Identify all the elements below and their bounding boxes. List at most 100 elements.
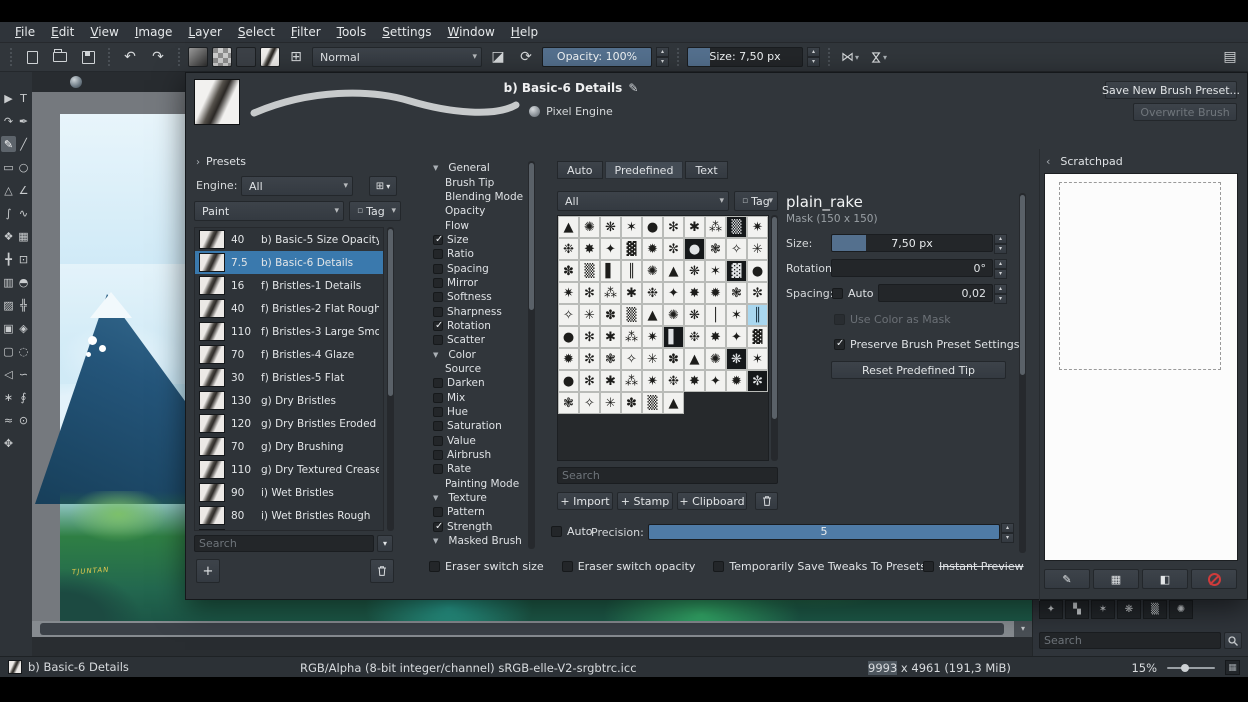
option-painting-mode[interactable]: Painting Mode [431, 477, 527, 491]
option-hue[interactable]: Hue [431, 405, 527, 419]
brush-tip-cell[interactable]: ✽ [621, 392, 642, 414]
new-document-button[interactable] [20, 45, 44, 69]
preset-item-f-bristles-1-details[interactable]: 16f) Bristles-1 Details [195, 274, 383, 297]
brush-tip-cell[interactable]: ✽ [558, 260, 579, 282]
menu-help[interactable]: Help [504, 23, 545, 41]
preset-item-i-wet-bristles-rough[interactable]: 80i) Wet Bristles Rough [195, 504, 383, 527]
brush-tip-cell[interactable]: ▌ [600, 260, 621, 282]
brush-tip-cell[interactable]: ✧ [579, 392, 600, 414]
brush-tip-cell[interactable]: ✳ [600, 392, 621, 414]
preset-item-b-basic-5-size-opacity[interactable]: 40b) Basic-5 Size Opacity [195, 228, 383, 251]
brush-tip-cell[interactable]: ● [684, 238, 705, 260]
tool-gradient[interactable]: ▥ [1, 274, 16, 290]
tip-rotation-input[interactable]: 0° [831, 259, 993, 277]
tool-fill[interactable]: ▣ [1, 320, 16, 336]
menu-layer[interactable]: Layer [181, 23, 228, 41]
clipboard-tip-button[interactable]: + Clipboard [677, 492, 747, 510]
preset-item-f-bristles-5-flat[interactable]: 30f) Bristles-5 Flat [195, 366, 383, 389]
paint-category-combo[interactable]: Paint [194, 201, 344, 221]
gradient-swatch-button[interactable] [188, 47, 208, 67]
option-brush-tip[interactable]: Brush Tip [431, 175, 527, 189]
tool-similar-select[interactable]: ∗ [1, 389, 16, 405]
brush-tip-cell[interactable]: ✸ [684, 282, 705, 304]
brush-tip-cell[interactable]: ❃ [600, 348, 621, 370]
brush-tip-cell[interactable]: ✹ [726, 370, 747, 392]
option-spacing[interactable]: Spacing [431, 261, 527, 275]
brush-tip-cell[interactable]: ❋ [684, 304, 705, 326]
scratchpad-clear-button[interactable] [1191, 569, 1237, 589]
tab-text[interactable]: Text [685, 161, 727, 179]
brush-tip-cell[interactable]: ✧ [621, 348, 642, 370]
tag-filter-combo[interactable]: ▫Tag [349, 201, 401, 221]
brush-tip-cell[interactable]: ✹ [558, 348, 579, 370]
brush-tip-cell[interactable]: ✱ [684, 216, 705, 238]
option-size[interactable]: Size [431, 233, 527, 247]
scrollbar-handle[interactable] [40, 623, 1004, 635]
brush-tip-cell[interactable]: ✧ [558, 304, 579, 326]
save-new-brush-preset-button[interactable]: Save New Brush Preset... [1105, 81, 1237, 99]
menu-filter[interactable]: Filter [284, 23, 328, 41]
undo-button[interactable]: ↶ [118, 45, 142, 69]
brush-tip-cell[interactable]: ✸ [705, 326, 726, 348]
brush-tip-cell[interactable]: ✶ [747, 348, 768, 370]
tool-polygon[interactable]: △ [1, 182, 16, 198]
brush-tip-cell[interactable]: ✼ [747, 282, 768, 304]
brush-tip-cell[interactable]: ▒ [621, 304, 642, 326]
brush-tip-cell[interactable]: ● [558, 326, 579, 348]
option-scatter[interactable]: Scatter [431, 333, 527, 347]
brush-tip-cell[interactable]: ✧ [726, 238, 747, 260]
scratchpad-paint-button[interactable]: ✎ [1044, 569, 1090, 589]
save-document-button[interactable] [76, 45, 100, 69]
brush-tip-cell[interactable]: ⁂ [600, 282, 621, 304]
tool-transform[interactable]: ▦ [16, 228, 31, 244]
tool-text[interactable]: T [16, 90, 31, 106]
brush-tip-cell[interactable]: ║ [747, 304, 768, 326]
docker-preset-thumbnail[interactable]: ✶ [1091, 600, 1115, 619]
brush-tip-cell[interactable]: ✹ [705, 282, 726, 304]
brush-tip-cell[interactable]: ✳ [579, 304, 600, 326]
tip-filter-combo[interactable]: All [557, 191, 729, 211]
brush-tip-cell[interactable]: ▓ [747, 326, 768, 348]
rename-preset-button[interactable]: ✎ [628, 81, 638, 95]
brush-tip-cell[interactable]: ❉ [558, 238, 579, 260]
brush-tip-cell[interactable]: ✺ [579, 216, 600, 238]
tip-size-spinner[interactable]: ▴▾ [994, 234, 1007, 252]
tab-auto[interactable]: Auto [557, 161, 603, 179]
brush-tip-cell[interactable]: ✺ [663, 304, 684, 326]
open-document-button[interactable] [48, 45, 72, 69]
brush-tip-cell[interactable]: ✱ [600, 326, 621, 348]
brush-tip-cell[interactable]: ✶ [726, 304, 747, 326]
preset-item-i-wet-knife[interactable]: 75i) Wet Knife [195, 527, 383, 531]
brush-tip-cell[interactable]: ▓ [621, 238, 642, 260]
brush-tip-cell[interactable]: ✱ [621, 282, 642, 304]
brush-tip-cell[interactable]: ❉ [684, 326, 705, 348]
delete-tip-button[interactable] [755, 492, 778, 510]
tool-pattern[interactable]: ▨ [1, 297, 16, 313]
precision-spinner[interactable]: ▴▾ [1001, 523, 1014, 541]
option-value[interactable]: Value [431, 434, 527, 448]
preset-search-options-button[interactable]: ▾ [377, 535, 393, 552]
spacing-auto-checkbox[interactable]: Auto [832, 287, 874, 300]
preset-list-scrollbar[interactable] [387, 227, 394, 531]
checkbox-eraser-switch-size[interactable]: Eraser switch size [429, 560, 544, 573]
brush-tip-cell[interactable]: ✳ [642, 348, 663, 370]
tool-bezier[interactable]: ∫ [1, 205, 16, 221]
docker-search-input[interactable] [1039, 632, 1221, 649]
menu-select[interactable]: Select [231, 23, 282, 41]
brush-tip-cell[interactable]: ❃ [558, 392, 579, 414]
size-spinner[interactable]: ▴▾ [807, 47, 820, 67]
auto-precision-checkbox[interactable]: Auto [551, 525, 593, 538]
eraser-mode-button[interactable]: ◪ [486, 45, 510, 69]
brush-tip-cell[interactable]: ▌ [663, 326, 684, 348]
brush-tip-cell[interactable]: ✽ [600, 304, 621, 326]
brush-tip-grid-scrollbar[interactable] [771, 215, 778, 461]
brush-tip-cell[interactable]: ✳ [747, 238, 768, 260]
brush-tip-cell[interactable]: ✦ [663, 282, 684, 304]
brush-tip-cell[interactable]: ✷ [558, 282, 579, 304]
option-rotation[interactable]: Rotation [431, 319, 527, 333]
option-blending-mode[interactable]: Blending Mode [431, 190, 527, 204]
brush-tip-cell[interactable]: ✷ [747, 216, 768, 238]
brush-tip-cell[interactable]: ✶ [621, 216, 642, 238]
brush-tip-cell[interactable]: ❋ [726, 348, 747, 370]
add-resource-button[interactable]: + [196, 559, 220, 583]
